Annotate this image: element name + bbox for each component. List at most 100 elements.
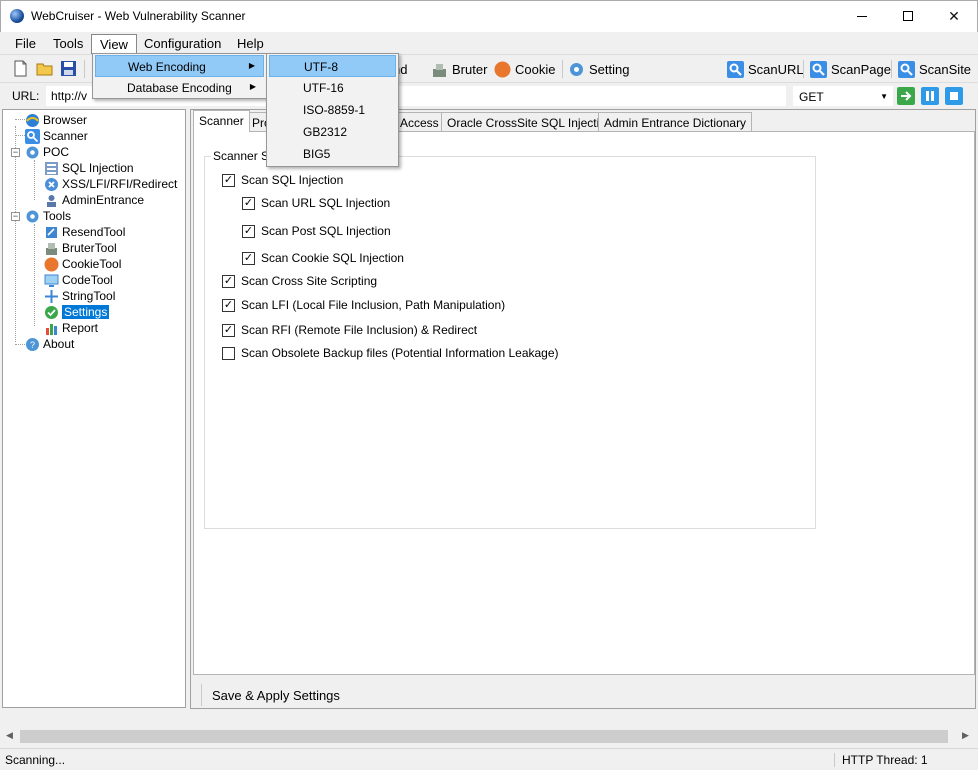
checkbox-checked-icon: ✓ [222,173,235,187]
gear-icon [26,210,39,222]
encoding-gb2312[interactable]: GB2312 [269,121,396,143]
tab-access[interactable]: Access [394,112,445,132]
collapse-tools-icon[interactable]: − [11,212,20,221]
setting-label: Setting [589,61,630,77]
encoding-iso-8859-1[interactable]: ISO-8859-1 [269,99,396,121]
save-icon[interactable] [60,60,77,77]
open-folder-icon[interactable] [36,60,53,77]
database-icon [45,161,58,175]
tree-item-poc[interactable]: POC [25,144,69,160]
scan-url-sql-injection-checkbox[interactable]: ✓ Scan URL SQL Injection [242,196,390,210]
scan-rfi-checkbox[interactable]: ✓ Scan RFI (Remote File Inclusion) & Red… [222,323,477,337]
tab-admin-dictionary[interactable]: Admin Entrance Dictionary [598,112,753,132]
tab-scanner[interactable]: Scanner [193,110,250,132]
pause-icon[interactable] [921,87,939,105]
go-arrow-icon[interactable] [897,87,915,105]
setting-button[interactable]: Setting [568,59,629,79]
option-label: Scan Cross Site Scripting [241,274,378,288]
scansite-label: ScanSite [919,61,972,77]
http-method-select[interactable]: GET ▼ [793,86,893,106]
tree-item-bruter-tool[interactable]: BruterTool [44,240,117,256]
option-label: Scan Cookie SQL Injection [261,251,404,265]
tree-item-xss[interactable]: XSS/LFI/RFI/Redirect [44,176,177,192]
menu-help[interactable]: Help [229,34,272,54]
menu-item-label: Database Encoding [127,81,232,95]
bruter-button[interactable]: Bruter [431,59,487,79]
menu-item-label: Web Encoding [128,60,206,74]
scroll-left-icon[interactable]: ◀ [6,730,13,741]
tree-label-selected: Settings [62,305,110,319]
close-button[interactable]: ✕ [931,1,977,31]
dropdown-arrow-icon: ▼ [880,92,888,101]
tree-item-sql-injection[interactable]: SQL Injection [44,160,134,176]
scan-icon [810,60,827,78]
tree-item-browser[interactable]: Browser [25,112,87,128]
maximize-button[interactable] [885,1,931,31]
tree-item-report[interactable]: Report [44,320,98,336]
scan-icon [898,60,915,78]
string-icon [45,289,58,303]
scan-icon [727,60,744,78]
http-thread-count: HTTP Thread: 1 [834,753,928,767]
settings-panel: Scanner Pro Access Oracle CrossSite SQL … [190,109,976,709]
globe-icon [26,113,39,127]
scan-sql-injection-checkbox[interactable]: ✓ Scan SQL Injection [222,173,343,187]
menu-item-web-encoding[interactable]: Web Encoding ▶ [95,55,264,77]
method-value: GET [799,90,824,104]
scan-post-sql-injection-checkbox[interactable]: ✓ Scan Post SQL Injection [242,224,391,238]
new-file-icon[interactable] [12,60,29,77]
stop-icon[interactable] [945,87,963,105]
scan-xss-checkbox[interactable]: ✓ Scan Cross Site Scripting [222,274,377,288]
scanner-settings-group: Scanner Se ✓ Scan SQL Injection ✓ Scan U… [204,149,816,529]
horizontal-scrollbar[interactable]: ◀ ▶ [2,728,976,745]
tree-label: Tools [43,209,72,223]
tree-item-settings[interactable]: Settings [44,304,110,320]
menu-tools[interactable]: Tools [45,34,91,54]
encoding-utf-16[interactable]: UTF-16 [269,77,396,99]
menu-configuration[interactable]: Configuration [136,34,229,54]
tree-label: Browser [43,113,88,127]
scan-cookie-sql-injection-checkbox[interactable]: ✓ Scan Cookie SQL Injection [242,251,404,265]
menu-item-database-encoding[interactable]: Database Encoding ▶ [95,77,264,99]
bruter-label: Bruter [452,61,488,77]
tree-item-cookie-tool[interactable]: CookieTool [44,256,121,272]
tree-item-admin-entrance[interactable]: AdminEntrance [44,192,144,208]
cookie-button[interactable]: Cookie [494,59,555,79]
view-menu-dropdown: Web Encoding ▶ Database Encoding ▶ [92,53,267,99]
scanurl-button[interactable]: ScanURL [727,59,804,79]
menu-bar: File Tools View Configuration Help [0,32,978,54]
menu-file[interactable]: File [7,34,44,54]
collapse-poc-icon[interactable]: − [11,148,20,157]
tree-label: SQL Injection [62,161,134,175]
gear-icon [26,146,39,158]
scroll-right-icon[interactable]: ▶ [962,730,969,741]
tree-item-string-tool[interactable]: StringTool [44,288,115,304]
tree-label: CookieTool [62,257,122,271]
tree-label: POC [43,145,70,159]
scrollbar-thumb[interactable] [20,730,948,743]
minimize-button[interactable] [839,1,885,31]
tree-item-tools[interactable]: Tools [25,208,71,224]
window-title: WebCruiser - Web Vulnerability Scanner [31,9,246,23]
scan-backup-files-checkbox[interactable]: Scan Obsolete Backup files (Potential In… [222,346,559,360]
cookie-icon [494,61,511,77]
tree-label: XSS/LFI/RFI/Redirect [62,177,178,191]
tree-item-scanner[interactable]: Scanner [25,128,88,144]
scanpage-button[interactable]: ScanPage [810,59,891,79]
scan-lfi-checkbox[interactable]: ✓ Scan LFI (Local File Inclusion, Path M… [222,298,505,312]
tree-item-resend-tool[interactable]: ResendTool [44,224,125,240]
encoding-utf-8[interactable]: UTF-8 [269,55,396,77]
tree-item-code-tool[interactable]: CodeTool [44,272,113,288]
scansite-button[interactable]: ScanSite [898,59,971,79]
menu-view[interactable]: View [91,34,137,54]
tab-oracle-crosssite[interactable]: Oracle CrossSite SQL Injection [441,112,619,132]
chart-icon [46,323,57,335]
checkbox-checked-icon: ✓ [222,298,235,312]
tree-label: Scanner [43,129,88,143]
status-bar: Scanning... HTTP Thread: 1 [0,748,978,770]
save-apply-settings-button[interactable]: Save & Apply Settings [201,684,350,706]
checkbox-checked-icon: ✓ [222,274,235,288]
tree-item-about[interactable]: ? About [25,336,74,352]
info-icon: ? [26,337,39,351]
encoding-big5[interactable]: BIG5 [269,143,396,165]
